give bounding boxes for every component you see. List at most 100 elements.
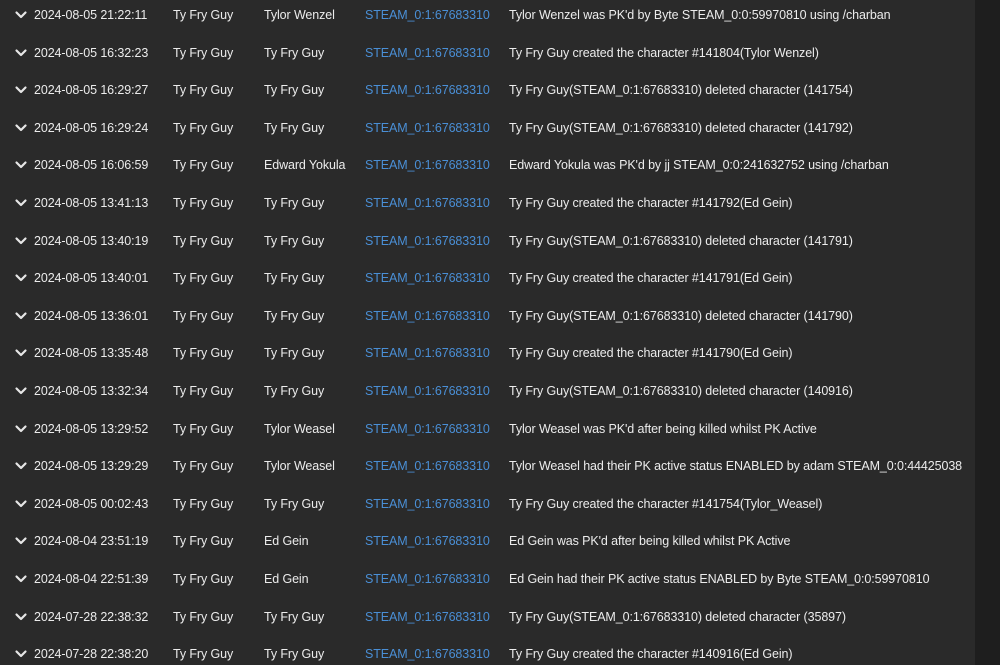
log-player: Ty Fry Guy bbox=[173, 496, 234, 511]
log-row[interactable]: 2024-08-05 16:32:23 Ty Fry Guy Ty Fry Guy S… bbox=[0, 34, 975, 72]
log-character: Ty Fry Guy bbox=[264, 233, 325, 248]
log-player: Ty Fry Guy bbox=[173, 8, 234, 22]
log-row[interactable]: 2024-08-05 13:32:34 Ty Fry Guy Ty Fry Guy S… bbox=[0, 372, 975, 410]
log-message: Ty Fry Guy(STEAM_0:1:67683310) deleted c… bbox=[509, 383, 853, 398]
log-row[interactable]: 2024-08-05 16:06:59 Ty Fry Guy Edward Yoku… bbox=[0, 147, 975, 185]
log-row[interactable]: 2024-07-28 22:38:32 Ty Fry Guy Ty Fry Guy S… bbox=[0, 598, 975, 636]
log-date: 2024-08-05 13:41:13 bbox=[34, 195, 149, 210]
log-date: 2024-08-05 13:29:29 bbox=[34, 459, 149, 474]
log-row[interactable]: 2024-08-05 13:36:01 Ty Fry Guy Ty Fry Guy S… bbox=[0, 297, 975, 335]
log-message: Ty Fry Guy(STEAM_0:1:67683310) deleted c… bbox=[509, 308, 853, 323]
log-character: Ty Fry Guy bbox=[264, 195, 325, 210]
chevron-down-icon[interactable] bbox=[14, 534, 28, 548]
log-row[interactable]: 2024-08-05 13:29:29 Ty Fry Guy Tylor Wease… bbox=[0, 447, 975, 485]
log-message: Ty Fry Guy(STEAM_0:1:67683310) deleted c… bbox=[509, 120, 853, 135]
log-character: Ty Fry Guy bbox=[264, 83, 325, 98]
log-player: Ty Fry Guy bbox=[173, 571, 234, 586]
log-row[interactable]: 2024-08-05 13:29:52 Ty Fry Guy Tylor Wease… bbox=[0, 410, 975, 448]
chevron-down-icon[interactable] bbox=[14, 459, 28, 473]
log-player: Ty Fry Guy bbox=[173, 271, 234, 286]
log-character: Ty Fry Guy bbox=[264, 647, 325, 662]
log-message: Ty Fry Guy created the character #141790… bbox=[509, 346, 793, 361]
log-player: Ty Fry Guy bbox=[173, 195, 234, 210]
log-date: 2024-08-05 13:36:01 bbox=[34, 308, 149, 323]
log-row[interactable]: 2024-08-04 23:51:19 Ty Fry Guy Ed Gein STEA… bbox=[0, 523, 975, 561]
steam-id-link[interactable]: STEAM_0:1:67683310 bbox=[365, 534, 490, 548]
log-row[interactable]: 2024-08-05 13:40:19 Ty Fry Guy Ty Fry Guy S… bbox=[0, 222, 975, 260]
steam-id-link[interactable]: STEAM_0:1:67683310 bbox=[365, 83, 490, 97]
log-date: 2024-08-05 00:02:43 bbox=[34, 496, 149, 511]
log-character: Ty Fry Guy bbox=[264, 271, 325, 286]
log-date: 2024-08-05 13:35:48 bbox=[34, 346, 149, 361]
log-player: Ty Fry Guy bbox=[173, 534, 234, 549]
log-row[interactable]: 2024-08-04 22:51:39 Ty Fry Guy Ed Gein STEA… bbox=[0, 560, 975, 598]
steam-id-link[interactable]: STEAM_0:1:67683310 bbox=[365, 647, 490, 661]
chevron-down-icon[interactable] bbox=[14, 46, 28, 60]
chevron-down-icon[interactable] bbox=[14, 647, 28, 661]
log-character: Ed Gein bbox=[264, 534, 309, 549]
chevron-down-icon[interactable] bbox=[14, 271, 28, 285]
chevron-down-icon[interactable] bbox=[14, 497, 28, 511]
steam-id-link[interactable]: STEAM_0:1:67683310 bbox=[365, 459, 490, 473]
steam-id-link[interactable]: STEAM_0:1:67683310 bbox=[365, 309, 490, 323]
chevron-down-icon[interactable] bbox=[14, 83, 28, 97]
log-panel: 2024-08-05 21:22:11 Ty Fry Guy Tylor Wenze… bbox=[0, 0, 975, 665]
log-date: 2024-08-04 22:51:39 bbox=[34, 571, 149, 586]
log-character: Ty Fry Guy bbox=[264, 120, 325, 135]
steam-id-link[interactable]: STEAM_0:1:67683310 bbox=[365, 46, 490, 60]
steam-id-link[interactable]: STEAM_0:1:67683310 bbox=[365, 121, 490, 135]
log-row[interactable]: 2024-07-28 22:38:20 Ty Fry Guy Ty Fry Guy S… bbox=[0, 635, 975, 665]
chevron-down-icon[interactable] bbox=[14, 234, 28, 248]
log-date: 2024-08-05 13:40:01 bbox=[34, 271, 149, 286]
steam-id-link[interactable]: STEAM_0:1:67683310 bbox=[365, 572, 490, 586]
log-date: 2024-08-04 23:51:19 bbox=[34, 534, 149, 549]
log-row[interactable]: 2024-08-05 16:29:24 Ty Fry Guy Ty Fry Guy S… bbox=[0, 109, 975, 147]
log-player: Ty Fry Guy bbox=[173, 609, 234, 624]
chevron-down-icon[interactable] bbox=[14, 196, 28, 210]
log-message: Tylor Wenzel was PK'd by Byte STEAM_0:0:… bbox=[509, 8, 891, 22]
log-date: 2024-08-05 13:40:19 bbox=[34, 233, 149, 248]
steam-id-link[interactable]: STEAM_0:1:67683310 bbox=[365, 610, 490, 624]
steam-id-link[interactable]: STEAM_0:1:67683310 bbox=[365, 196, 490, 210]
log-row[interactable]: 2024-08-05 13:35:48 Ty Fry Guy Ty Fry Guy S… bbox=[0, 335, 975, 373]
steam-id-link[interactable]: STEAM_0:1:67683310 bbox=[365, 497, 490, 511]
chevron-down-icon[interactable] bbox=[14, 610, 28, 624]
log-player: Ty Fry Guy bbox=[173, 83, 234, 98]
log-character: Ty Fry Guy bbox=[264, 346, 325, 361]
steam-id-link[interactable]: STEAM_0:1:67683310 bbox=[365, 346, 490, 360]
steam-id-link[interactable]: STEAM_0:1:67683310 bbox=[365, 158, 490, 172]
chevron-down-icon[interactable] bbox=[14, 309, 28, 323]
chevron-down-icon[interactable] bbox=[14, 384, 28, 398]
chevron-down-icon[interactable] bbox=[14, 572, 28, 586]
log-player: Ty Fry Guy bbox=[173, 120, 234, 135]
steam-id-link[interactable]: STEAM_0:1:67683310 bbox=[365, 422, 490, 436]
log-message: Ty Fry Guy(STEAM_0:1:67683310) deleted c… bbox=[509, 83, 853, 98]
log-date: 2024-08-05 13:32:34 bbox=[34, 383, 149, 398]
log-player: Ty Fry Guy bbox=[173, 158, 234, 173]
log-message: Tylor Weasel had their PK active status … bbox=[509, 459, 963, 474]
log-character: Tylor Wenzel bbox=[264, 8, 335, 22]
steam-id-link[interactable]: STEAM_0:1:67683310 bbox=[365, 234, 490, 248]
chevron-down-icon[interactable] bbox=[14, 121, 28, 135]
steam-id-link[interactable]: STEAM_0:1:67683310 bbox=[365, 384, 490, 398]
log-row[interactable]: 2024-08-05 00:02:43 Ty Fry Guy Ty Fry Guy S… bbox=[0, 485, 975, 523]
log-player: Ty Fry Guy bbox=[173, 647, 234, 662]
log-message: Ed Gein had their PK active status ENABL… bbox=[509, 571, 930, 586]
log-player: Ty Fry Guy bbox=[173, 421, 234, 436]
steam-id-link[interactable]: STEAM_0:1:67683310 bbox=[365, 8, 490, 22]
log-message: Ty Fry Guy created the character #141791… bbox=[509, 271, 793, 286]
log-character: Ty Fry Guy bbox=[264, 308, 325, 323]
log-character: Edward Yokula bbox=[264, 158, 346, 173]
log-character: Ty Fry Guy bbox=[264, 609, 325, 624]
log-row[interactable]: 2024-08-05 21:22:11 Ty Fry Guy Tylor Wenze… bbox=[0, 0, 975, 34]
chevron-down-icon[interactable] bbox=[14, 158, 28, 172]
log-row[interactable]: 2024-08-05 13:40:01 Ty Fry Guy Ty Fry Guy S… bbox=[0, 259, 975, 297]
log-message: Ty Fry Guy created the character #141792… bbox=[509, 195, 793, 210]
log-row[interactable]: 2024-08-05 13:41:13 Ty Fry Guy Ty Fry Guy S… bbox=[0, 184, 975, 222]
chevron-down-icon[interactable] bbox=[14, 422, 28, 436]
chevron-down-icon[interactable] bbox=[14, 8, 28, 22]
steam-id-link[interactable]: STEAM_0:1:67683310 bbox=[365, 271, 490, 285]
log-message: Ty Fry Guy(STEAM_0:1:67683310) deleted c… bbox=[509, 609, 846, 624]
log-row[interactable]: 2024-08-05 16:29:27 Ty Fry Guy Ty Fry Guy S… bbox=[0, 71, 975, 109]
chevron-down-icon[interactable] bbox=[14, 346, 28, 360]
